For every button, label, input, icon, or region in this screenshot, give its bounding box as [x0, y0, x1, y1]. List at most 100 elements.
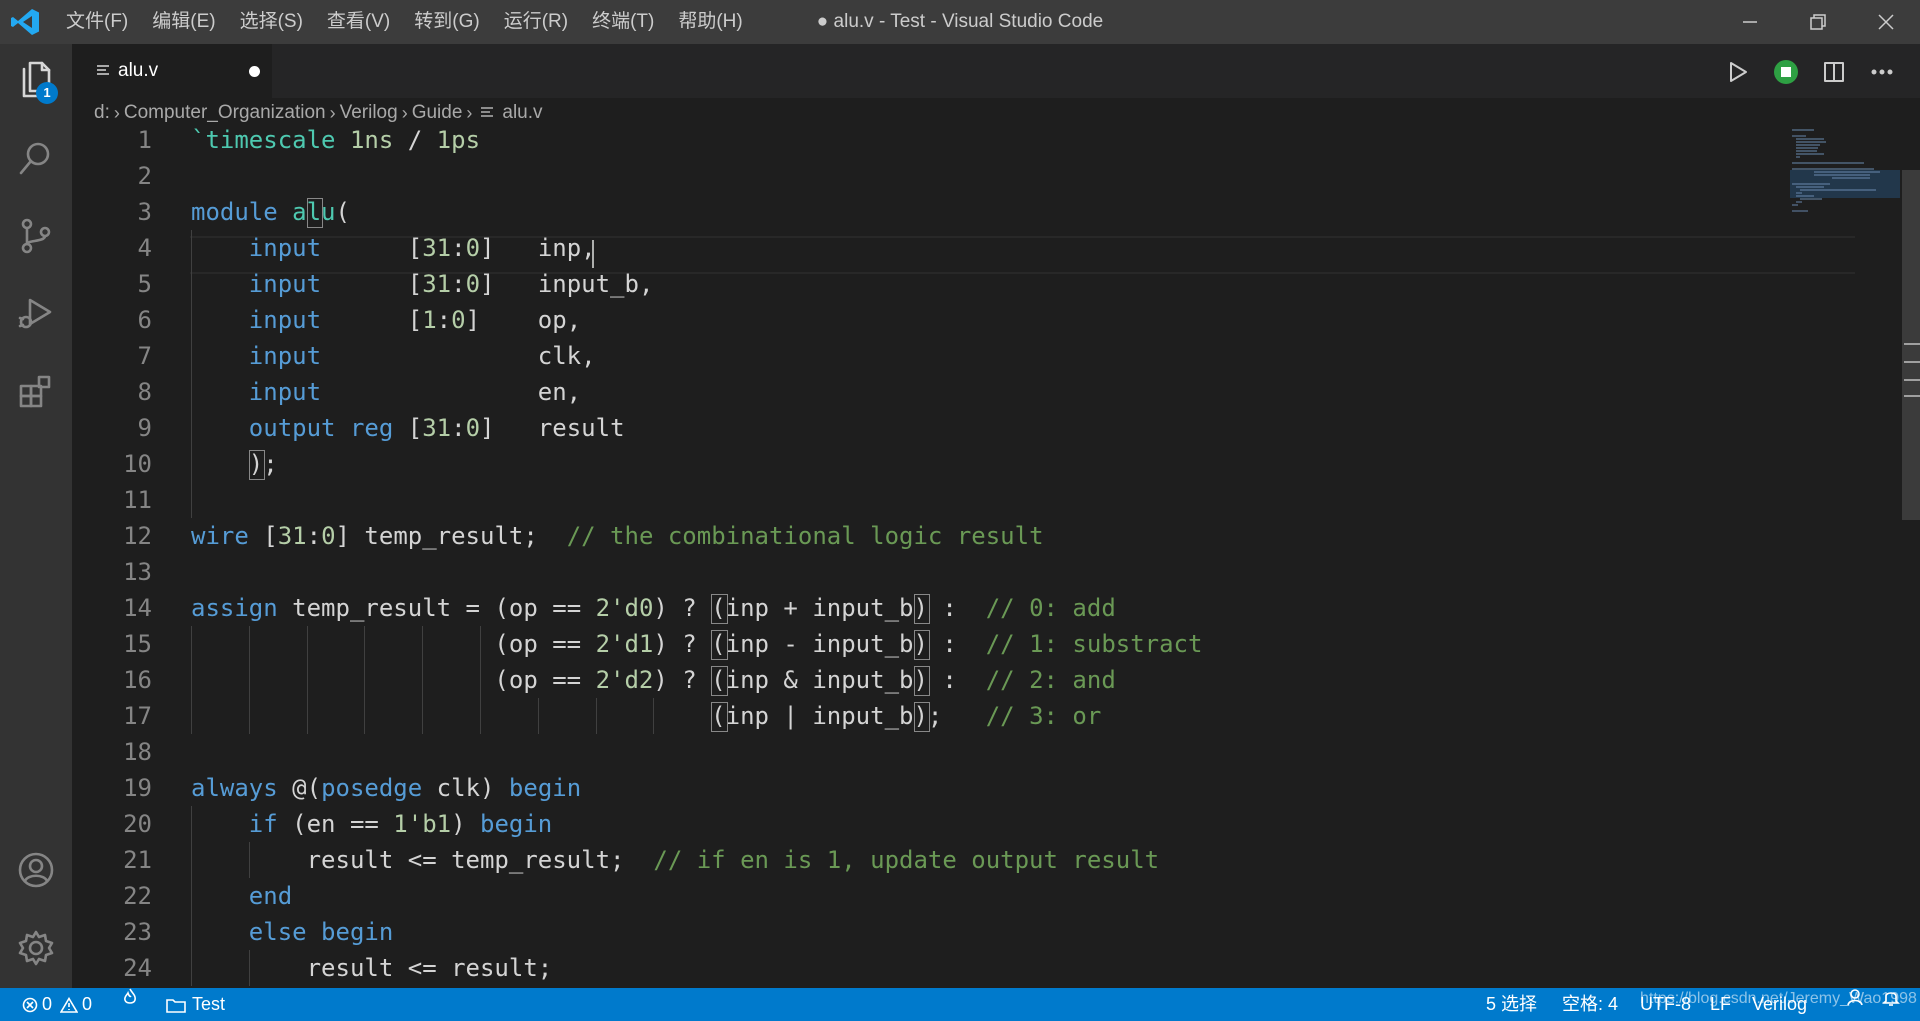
search-button[interactable] — [0, 122, 72, 194]
code-token: (op == — [191, 666, 596, 694]
code-token: / — [393, 128, 437, 154]
accounts-icon — [18, 852, 54, 888]
menu-item-4[interactable]: 转到(G) — [402, 0, 491, 44]
code-line: 23 else begin — [72, 914, 1920, 950]
remote-flame-button[interactable] — [122, 988, 138, 1006]
menu-item-2[interactable]: 选择(S) — [228, 0, 315, 44]
line-number: 11 — [123, 486, 152, 514]
code-line: 15 (op == 2'd1) ? (inp - input_b) : // 1… — [72, 626, 1920, 662]
manage-button[interactable] — [0, 912, 72, 984]
line-number: 8 — [137, 378, 152, 406]
editor-tabs: alu.v — [72, 44, 1920, 98]
code-token: result <= result; — [191, 954, 553, 982]
split-editor-icon — [1824, 62, 1844, 82]
code-token: input — [248, 342, 322, 370]
split-editor-button[interactable] — [1816, 54, 1852, 90]
line-code: input [31:0] input_b, — [191, 266, 654, 302]
matching-bracket-highlight — [913, 630, 930, 660]
code-line: 21 result <= temp_result; // if en is 1,… — [72, 842, 1920, 878]
code-token: ) ? (inp - input_b) : — [653, 630, 986, 658]
line-code: always @(posedge clk) begin — [191, 770, 581, 806]
code-token: 0 — [465, 414, 481, 442]
error-icon — [22, 997, 38, 1012]
code-token: input — [248, 378, 322, 406]
more-actions-button[interactable] — [1864, 54, 1900, 90]
breadcrumb-folder-computer-organization[interactable]: Computer_Organization — [124, 102, 326, 124]
code-token: begin — [480, 810, 553, 838]
menu-item-7[interactable]: 帮助(H) — [666, 0, 754, 44]
run-debug-button[interactable] — [0, 278, 72, 350]
error-count: 0 — [42, 994, 53, 1014]
flame-icon — [124, 988, 136, 1004]
line-number: 3 — [137, 198, 152, 226]
line-number: 21 — [123, 846, 152, 874]
code-line: 1 `timescale 1ns / 1ps — [72, 128, 1920, 158]
matching-bracket-highlight — [913, 702, 930, 732]
breadcrumb-folder-verilog[interactable]: Verilog — [340, 102, 398, 124]
unsaved-dot-icon[interactable] — [249, 66, 260, 77]
menu-item-0[interactable]: 文件(F) — [54, 0, 140, 44]
run-file-button[interactable] — [1720, 54, 1756, 90]
menu-item-1[interactable]: 编辑(E) — [140, 0, 227, 44]
source-control-button[interactable] — [0, 200, 72, 272]
code-editor[interactable]: 1 `timescale 1ns / 1ps 2 3 module alu(4 inpu… — [72, 128, 1920, 988]
restore-button[interactable] — [1784, 0, 1852, 44]
extensions-button[interactable] — [0, 356, 72, 428]
code-token: [ — [393, 414, 423, 442]
restore-icon — [1810, 14, 1826, 30]
code-token: [ — [321, 306, 423, 334]
code-token: 1ns — [349, 128, 394, 154]
line-code: wire [31:0] temp_result; // the combinat… — [191, 518, 1044, 554]
explorer-button[interactable]: 1 — [0, 44, 72, 116]
code-token: 2'd1 — [595, 630, 654, 658]
menu-item-3[interactable]: 查看(V) — [315, 0, 402, 44]
breadcrumb-drive[interactable]: d: — [72, 102, 110, 124]
line-code: (op == 2'd2) ? (inp & input_b) : // 2: a… — [191, 662, 1115, 698]
code-token: input — [248, 270, 322, 298]
problems-indicator[interactable]: 0 0 — [22, 988, 92, 1021]
code-line: 12 wire [31:0] temp_result; // the combin… — [72, 518, 1920, 554]
code-token: 0 — [465, 270, 481, 298]
close-window-button[interactable] — [1852, 0, 1920, 44]
indentation-indicator[interactable]: 空格: 4 — [1562, 988, 1618, 1021]
matching-bracket-highlight — [913, 666, 930, 696]
menu-item-6[interactable]: 终端(T) — [580, 0, 666, 44]
chip-extension-icon — [1774, 60, 1798, 84]
line-number: 22 — [123, 882, 152, 910]
line-code: input en, — [191, 374, 581, 410]
workspace-folder-indicator[interactable]: Test — [166, 988, 225, 1021]
minimize-button[interactable] — [1716, 0, 1784, 44]
accounts-button[interactable] — [0, 834, 72, 906]
code-line: 3 module alu( — [72, 194, 1920, 230]
breadcrumb-folder-guide[interactable]: Guide — [412, 102, 463, 124]
vertical-scrollbar[interactable] — [1902, 128, 1920, 988]
selections-indicator[interactable]: 5 选择 — [1486, 988, 1537, 1021]
code-token: clk, — [321, 342, 596, 370]
vscode-logo-icon — [11, 9, 39, 35]
line-code: output reg [31:0] result — [191, 410, 625, 446]
matching-bracket-highlight — [913, 594, 930, 624]
code-line: 5 input [31:0] input_b, — [72, 266, 1920, 302]
tab-alu-v[interactable]: alu.v — [72, 44, 272, 98]
code-token: en, — [321, 378, 582, 406]
code-line: 19 always @(posedge clk) begin — [72, 770, 1920, 806]
extension-action-button[interactable] — [1768, 54, 1804, 90]
minimize-icon — [1743, 21, 1757, 23]
code-line: 6 input [1:0] op, — [72, 302, 1920, 338]
code-token: 1 — [422, 306, 437, 334]
code-token: 2'd0 — [595, 594, 654, 622]
menu-item-5[interactable]: 运行(R) — [492, 0, 580, 44]
breadcrumb-file[interactable]: alu.v — [502, 102, 542, 124]
code-token: output — [248, 414, 336, 442]
code-line: 16 (op == 2'd2) ? (inp & input_b) : // 2… — [72, 662, 1920, 698]
line-number: 15 — [123, 630, 152, 658]
line-code: result <= temp_result; // if en is 1, up… — [191, 842, 1160, 878]
minimap[interactable] — [1784, 128, 1904, 988]
matching-bracket-highlight — [711, 594, 728, 624]
